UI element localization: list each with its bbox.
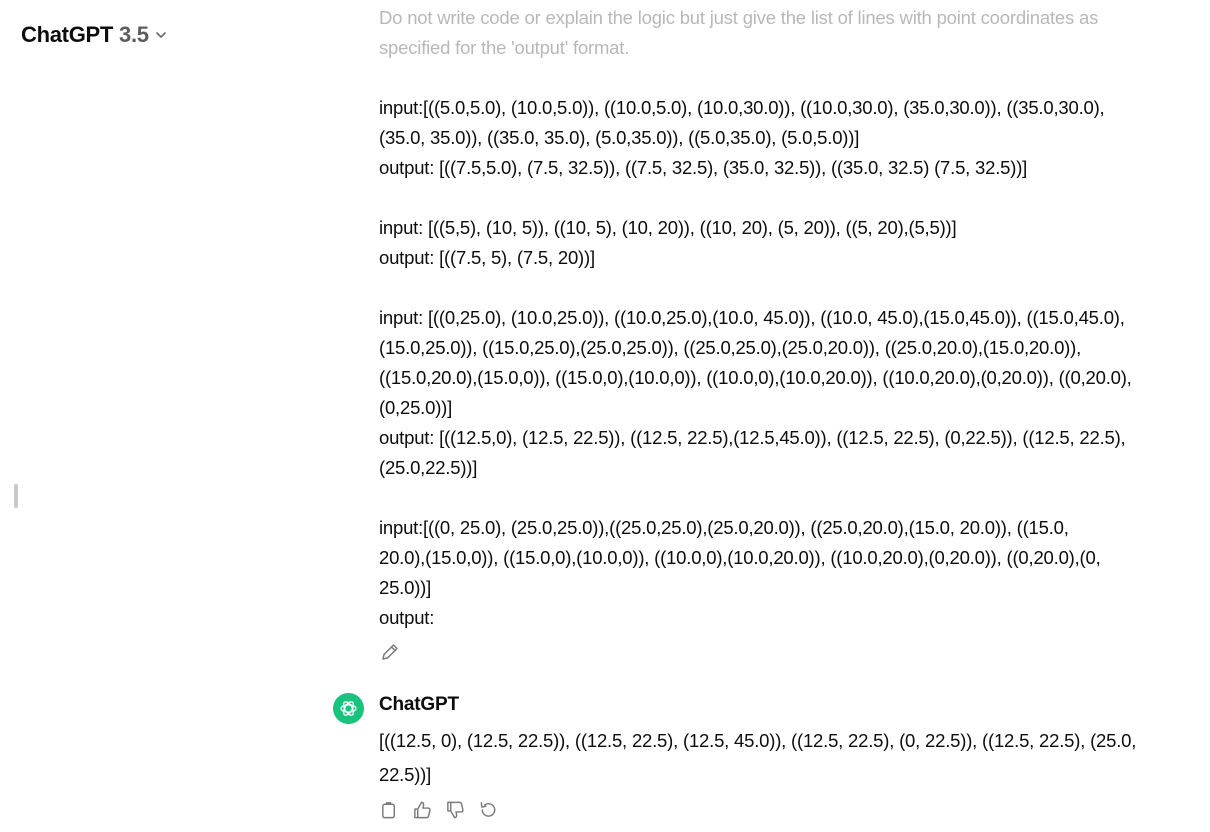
user-message: Do not write code or explain the logic b… — [379, 3, 1159, 663]
answer-line: 22.5))] — [379, 764, 432, 785]
user-message-intro: Do not write code or explain the logic b… — [379, 7, 1099, 58]
message-actions — [379, 799, 499, 821]
thumbs-up-icon[interactable] — [412, 799, 433, 821]
model-name: ChatGPT — [21, 22, 114, 47]
thumbs-down-icon[interactable] — [445, 799, 466, 821]
example-output-line: output: — [379, 607, 435, 628]
example-output-line: output: [((7.5, 5), (7.5, 20))] — [379, 247, 595, 268]
openai-logo-icon — [333, 693, 364, 724]
example-3: input: [((0,25.0), (10.0,25.0)), ((10.0,… — [379, 303, 1159, 483]
assistant-name: ChatGPT — [379, 694, 459, 715]
example-input-line: 20.0),(15.0,0)), ((15.0,0),(10.0,0)), ((… — [379, 547, 1101, 568]
example-input-line: (0,25.0))] — [379, 397, 453, 418]
example-input-line: (15.0,25.0)), ((15.0,25.0),(25.0,25.0)),… — [379, 337, 1082, 358]
example-1: input:[((5.0,5.0), (10.0,5.0)), ((10.0,5… — [379, 93, 1159, 183]
example-2: input: [((5,5), (10, 5)), ((10, 5), (10,… — [379, 213, 1159, 273]
example-input-line: (35.0, 35.0)), ((35.0, 35.0), (5.0,35.0)… — [379, 127, 860, 148]
answer-line: [((12.5, 0), (12.5, 22.5)), ((12.5, 22.5… — [379, 730, 1137, 751]
example-input-line: 25.0))] — [379, 577, 432, 598]
example-input-line: input:[((5.0,5.0), (10.0,5.0)), ((10.0,5… — [379, 97, 1105, 118]
example-input-line: ((15.0,20.0),(15.0,0)), ((15.0,0),(10.0,… — [379, 367, 1132, 388]
assistant-answer: [((12.5, 0), (12.5, 22.5)), ((12.5, 22.5… — [379, 724, 1159, 792]
model-version: 3.5 — [119, 22, 149, 47]
model-selector[interactable]: ChatGPT 3.5 — [21, 22, 167, 48]
example-input-line: input: [((0,25.0), (10.0,25.0)), ((10.0,… — [379, 307, 1125, 328]
chevron-down-icon — [155, 32, 166, 38]
regenerate-icon[interactable] — [478, 799, 499, 821]
example-4: input:[((0, 25.0), (25.0,25.0)),((25.0,2… — [379, 513, 1159, 633]
sidebar-toggle-handle[interactable] — [14, 484, 18, 508]
example-input-line: input:[((0, 25.0), (25.0,25.0)),((25.0,2… — [379, 517, 1069, 538]
copy-icon[interactable] — [379, 799, 400, 821]
example-output-line: output: [((7.5,5.0), (7.5, 32.5)), ((7.5… — [379, 157, 1028, 178]
pencil-icon[interactable] — [379, 641, 401, 663]
example-input-line: input: [((5,5), (10, 5)), ((10, 5), (10,… — [379, 217, 957, 238]
example-output-line: output: [((12.5,0), (12.5, 22.5)), ((12.… — [379, 427, 1126, 448]
example-output-line: (25.0,22.5))] — [379, 457, 478, 478]
